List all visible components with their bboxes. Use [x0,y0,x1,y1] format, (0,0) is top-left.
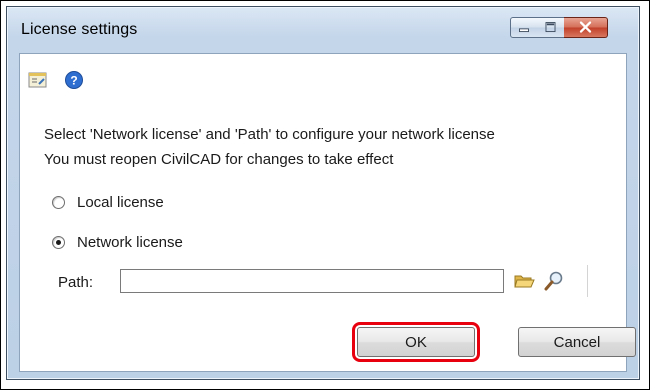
maximize-button[interactable] [537,17,565,38]
maximize-icon [545,22,556,33]
minimize-button[interactable] [510,17,538,38]
help-icon[interactable]: ? [64,70,84,90]
close-icon [579,21,592,33]
network-license-option[interactable]: Network license [52,232,183,252]
network-license-radio[interactable] [52,235,65,249]
search-icon[interactable] [543,270,565,292]
properties-icon[interactable] [28,70,48,90]
window-title: License settings [21,21,138,38]
local-license-radio[interactable] [52,195,65,209]
ok-button[interactable]: OK [352,322,480,362]
local-license-label: Local license [77,193,164,211]
network-license-label: Network license [77,233,183,251]
dialog-body: ? Select 'Network license' and 'Path' to… [19,53,636,372]
path-tools [509,265,588,297]
cancel-button[interactable]: Cancel [518,327,636,357]
path-label: Path: [58,274,94,291]
info-text-line1: Select 'Network license' and 'Path' to c… [44,126,495,143]
minimize-icon [519,28,529,33]
path-input[interactable] [120,269,504,293]
svg-text:?: ? [70,74,77,88]
folder-open-icon[interactable] [513,270,535,292]
info-text-line2: You must reopen CivilCAD for changes to … [44,151,394,168]
local-license-option[interactable]: Local license [52,192,164,212]
license-settings-dialog: License settings ? Select 'Network licen… [6,6,640,380]
close-button[interactable] [564,17,608,38]
